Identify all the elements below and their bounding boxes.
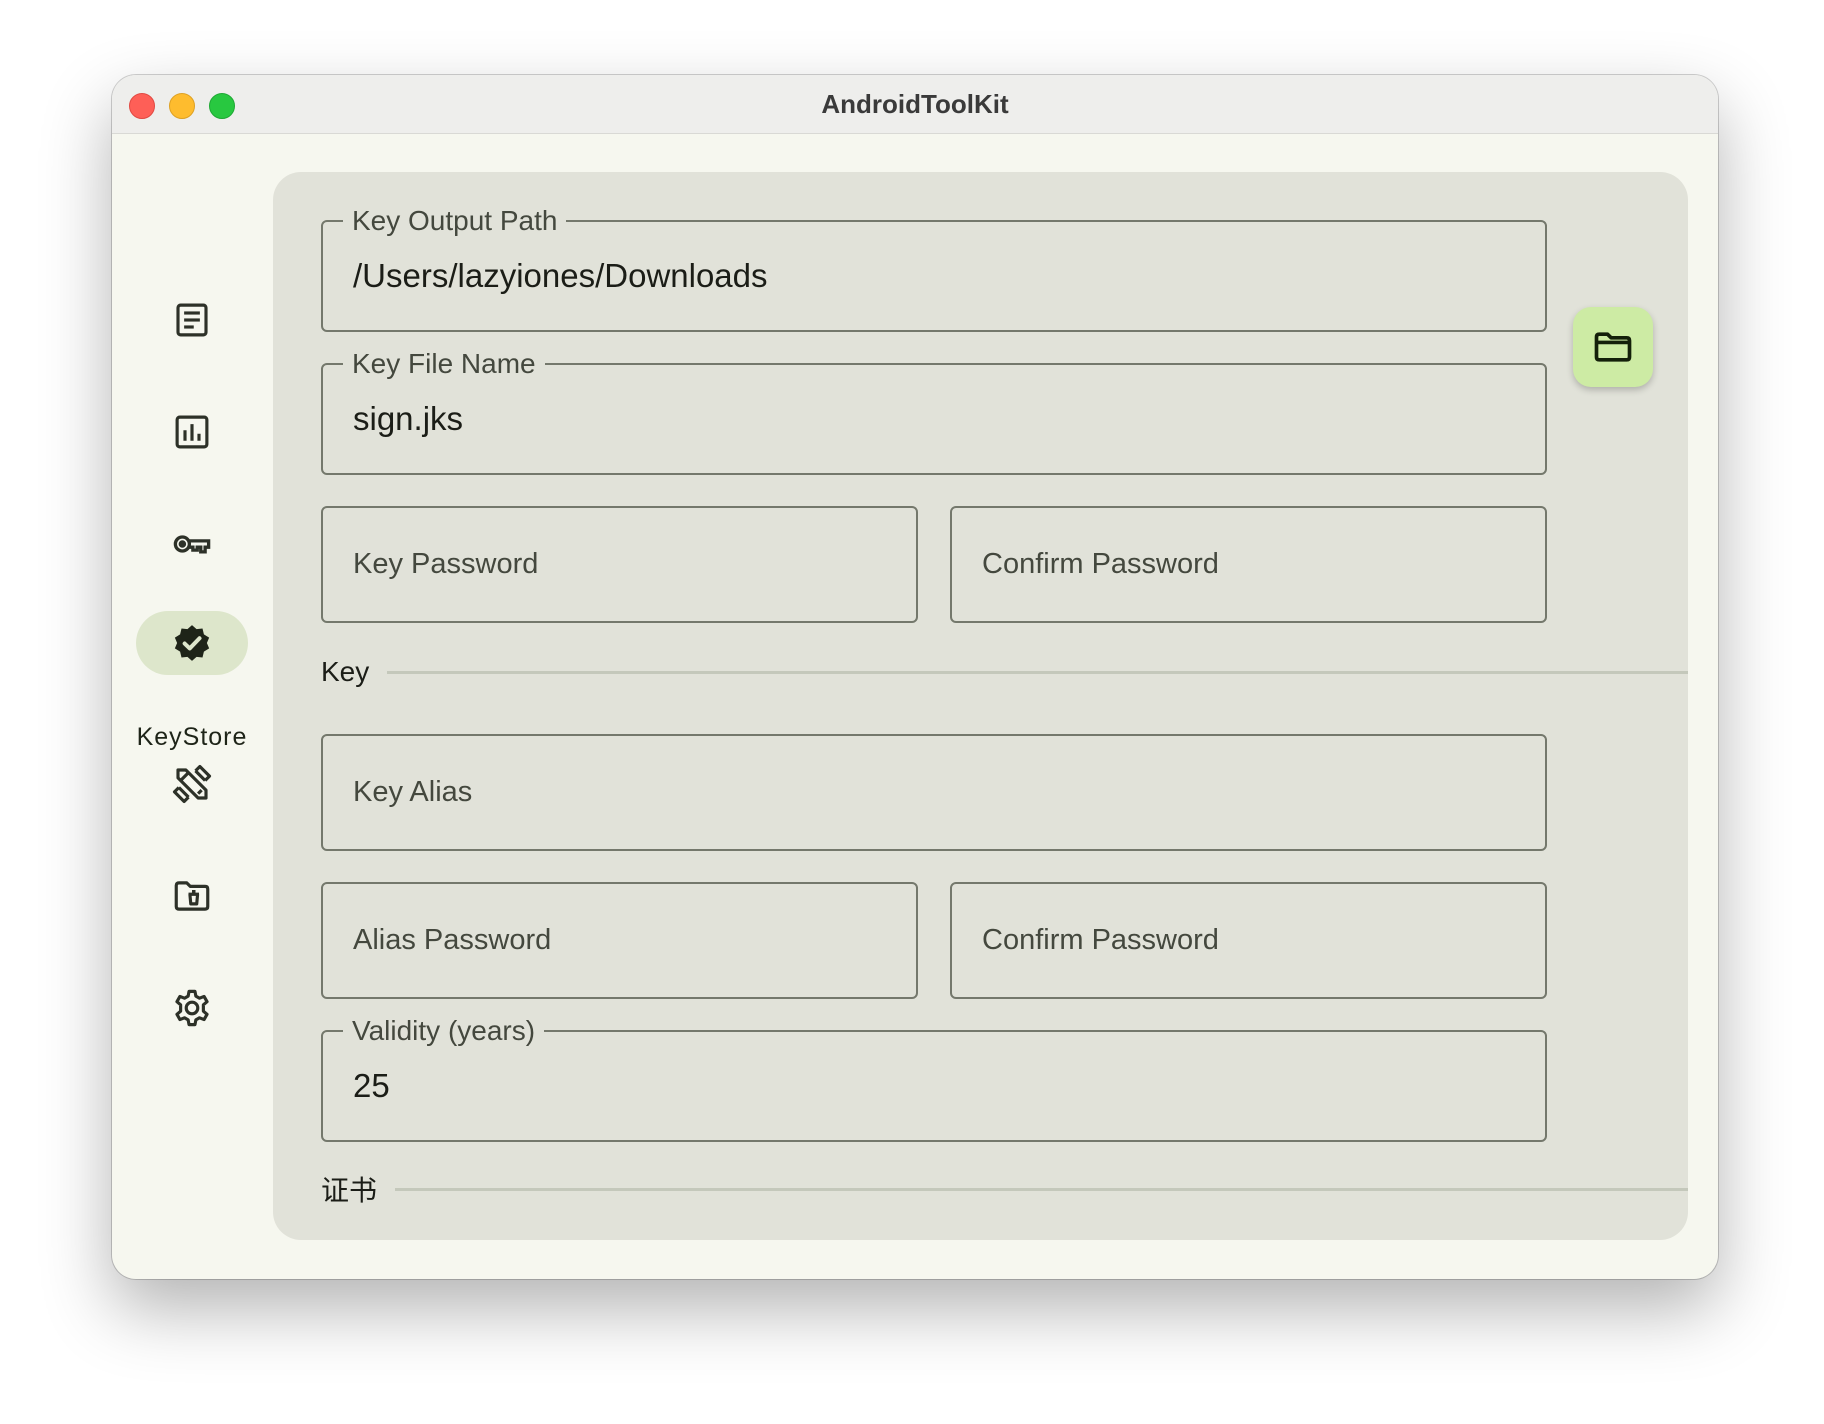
alias-password-confirm-field[interactable]: Confirm Password [950, 882, 1547, 999]
nav-item-key[interactable] [136, 512, 248, 576]
key-alias-field[interactable]: Key Alias [321, 734, 1547, 851]
section-title-key: Key [321, 656, 370, 687]
gear-icon [175, 989, 209, 1027]
chart-icon [175, 415, 209, 449]
key-alias-placeholder: Key Alias [353, 776, 473, 808]
key-output-path-field[interactable]: Key Output Path /Users/lazyiones/Downloa… [321, 204, 1547, 332]
key-icon [173, 535, 211, 554]
key-password-confirm-field[interactable]: Confirm Password [950, 506, 1547, 623]
choose-folder-button[interactable] [1573, 307, 1653, 387]
key-password-field[interactable]: Key Password [321, 506, 918, 623]
section-divider-key: Key [321, 654, 1688, 690]
nav-item-document[interactable] [136, 288, 248, 352]
nav-item-tools[interactable] [136, 752, 248, 816]
app-window: AndroidToolKit KeyStore Key Output Path … [112, 75, 1718, 1279]
nav-item-chart[interactable] [136, 400, 248, 464]
key-output-path-value: /Users/lazyiones/Downloads [353, 257, 768, 294]
divider-line [387, 670, 1688, 674]
verified-badge-icon [174, 625, 210, 661]
key-file-name-field[interactable]: Key File Name sign.jks [321, 347, 1547, 475]
alias-password-field[interactable]: Alias Password [321, 882, 918, 999]
alias-password-placeholder: Alias Password [353, 924, 552, 956]
tools-icon [172, 764, 212, 804]
nav-item-settings[interactable] [136, 976, 248, 1040]
nav-label-keystore: KeyStore [136, 723, 248, 751]
alias-password-confirm-placeholder: Confirm Password [982, 924, 1219, 956]
window-title: AndroidToolKit [821, 89, 1009, 119]
keystore-panel: Key Output Path /Users/lazyiones/Downloa… [273, 172, 1688, 1240]
nav-item-keystore[interactable] [136, 611, 248, 675]
nav-item-folder-delete[interactable] [136, 864, 248, 928]
divider-line [395, 1187, 1688, 1191]
key-password-confirm-placeholder: Confirm Password [982, 548, 1219, 580]
validity-value: 25 [353, 1067, 390, 1104]
section-divider-certificate: 证书 [321, 1171, 1688, 1207]
title-bar: AndroidToolKit [112, 75, 1718, 134]
folder-delete-icon [174, 881, 210, 911]
validity-field[interactable]: Validity (years) 25 [321, 1014, 1547, 1142]
section-title-certificate: 证书 [321, 1175, 378, 1206]
folder-icon [1594, 332, 1632, 362]
document-icon [176, 303, 208, 337]
key-file-name-value: sign.jks [353, 400, 464, 437]
key-password-placeholder: Key Password [353, 548, 539, 580]
